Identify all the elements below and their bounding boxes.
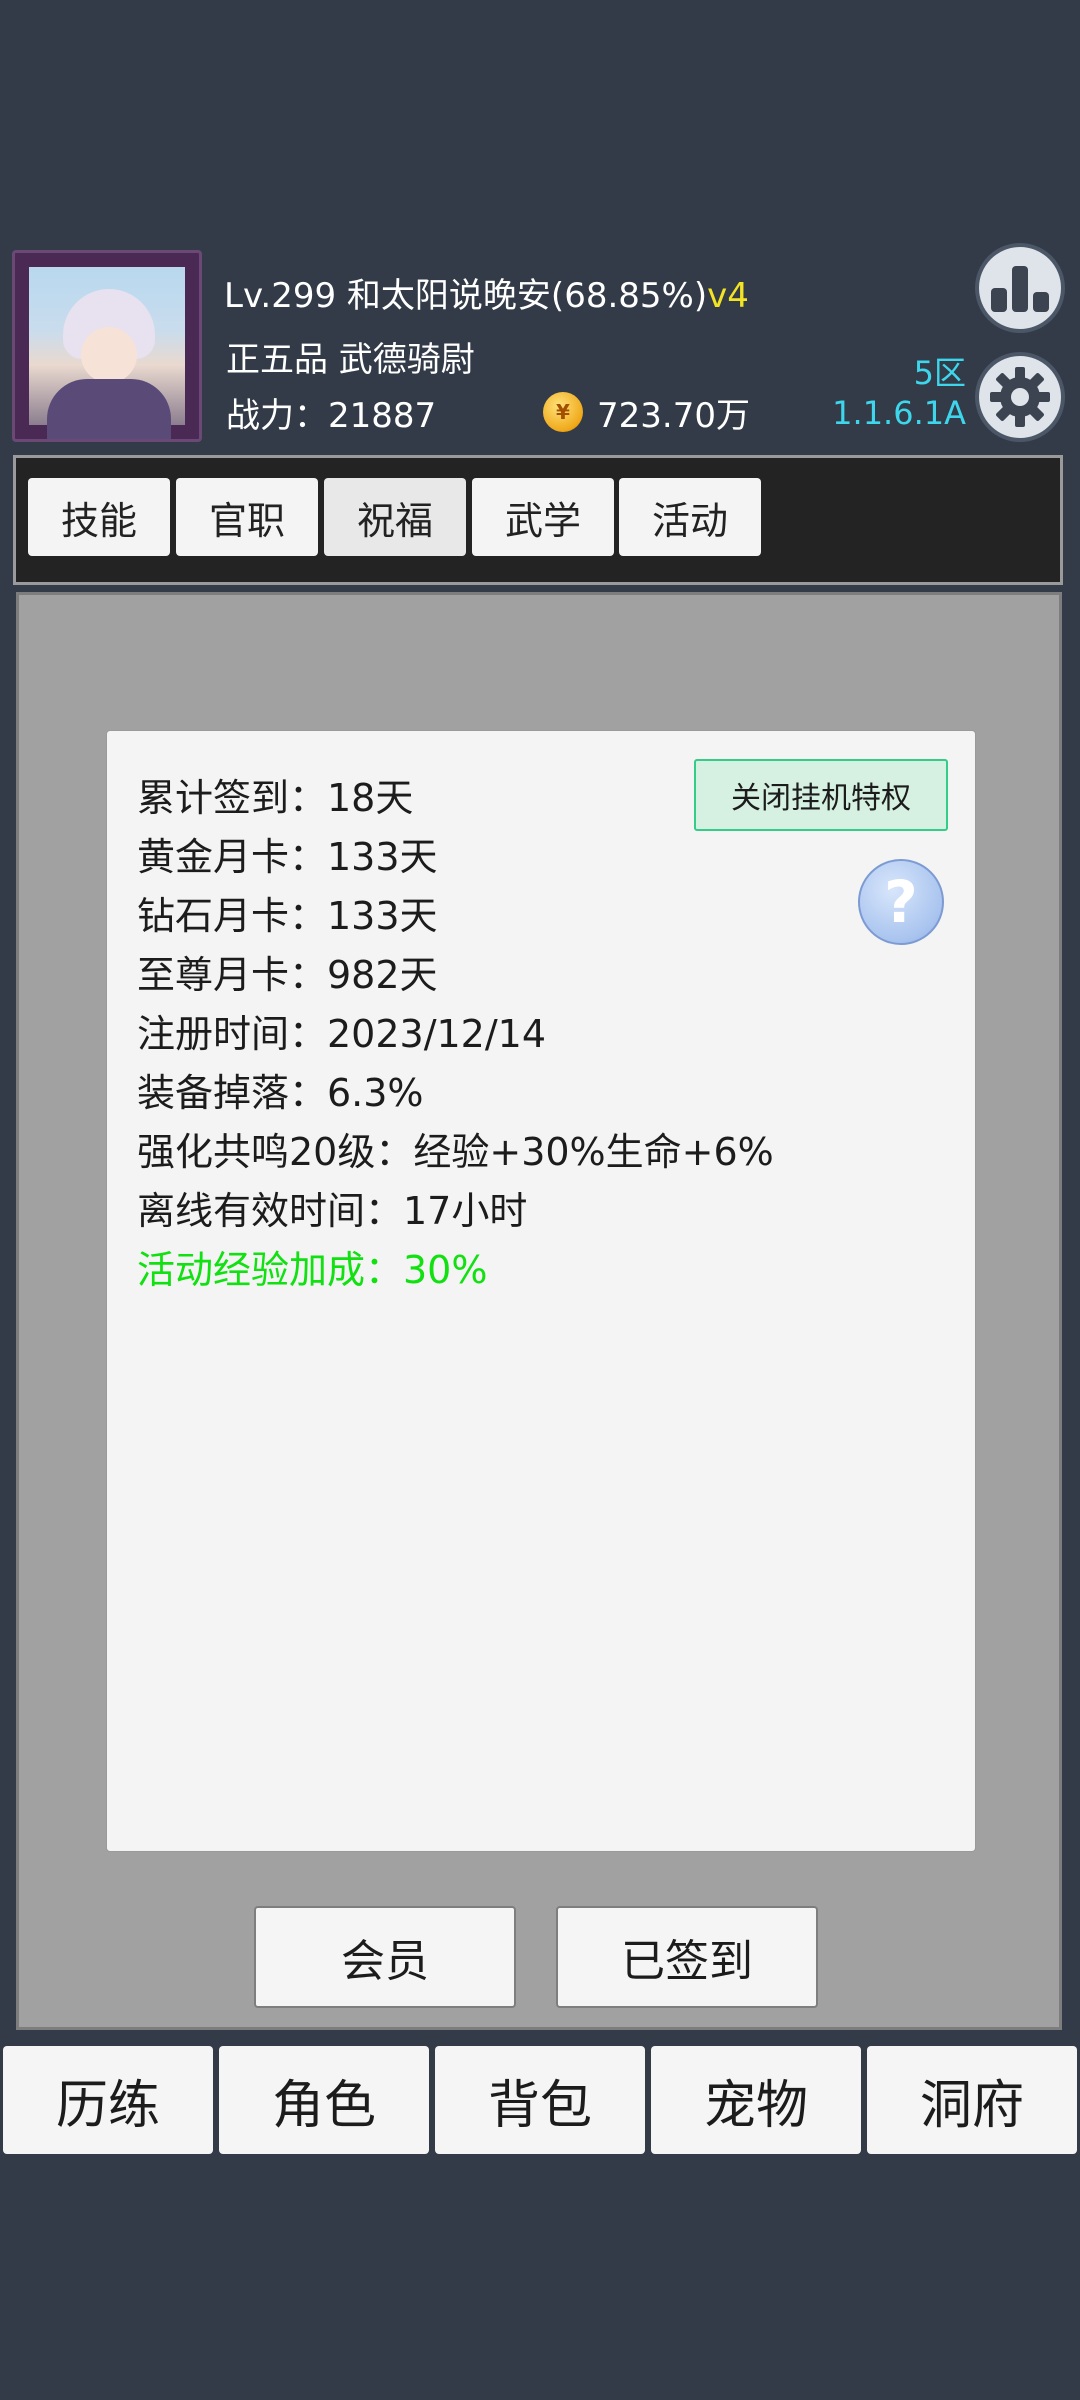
ranking-button[interactable]: [975, 243, 1065, 333]
avatar[interactable]: [12, 250, 202, 442]
tab-martial-arts[interactable]: 武学: [472, 478, 614, 556]
tab-events[interactable]: 活动: [619, 478, 761, 556]
avatar-body: [47, 379, 171, 439]
signed-in-button[interactable]: 已签到: [556, 1906, 818, 2008]
nav-training[interactable]: 历练: [3, 2046, 213, 2154]
vip-level: v4: [707, 276, 749, 316]
bar-chart-icon: [991, 266, 1049, 312]
info-line-equipment-drop: 装备掉落：6.3%: [137, 1071, 424, 1115]
player-power: 战力：21887: [226, 396, 437, 436]
info-line-supreme-card: 至尊月卡：982天: [137, 953, 438, 997]
settings-button[interactable]: [975, 352, 1065, 442]
nav-pets[interactable]: 宠物: [651, 2046, 861, 2154]
info-line-diamond-card: 钻石月卡：133天: [137, 894, 438, 938]
tab-bar: 技能 官职 祝福 武学 活动: [13, 455, 1063, 585]
tab-blessing[interactable]: 祝福: [324, 478, 466, 556]
blessing-info-card: 累计签到：18天 黄金月卡：133天 钻石月卡：133天 至尊月卡：982天 注…: [106, 730, 976, 1852]
info-line-gold-card: 黄金月卡：133天: [137, 835, 438, 879]
info-line-checkin-days: 累计签到：18天: [137, 776, 414, 820]
info-line-register-date: 注册时间：2023/12/14: [137, 1012, 547, 1056]
gold-value: 723.70万: [597, 396, 750, 436]
tab-official-post[interactable]: 官职: [176, 478, 318, 556]
gold-coin-icon: ¥: [543, 392, 583, 432]
player-level-name: Lv.299 和太阳说晚安(68.85%)v4: [224, 268, 749, 317]
nav-character[interactable]: 角色: [219, 2046, 429, 2154]
avatar-portrait: [29, 267, 185, 439]
gear-icon: [990, 367, 1050, 427]
help-icon[interactable]: ?: [858, 859, 944, 945]
player-rank: 正五品 武德骑尉: [226, 340, 475, 380]
bottom-nav: 历练 角色 背包 宠物 洞府: [0, 2046, 1080, 2156]
tab-skills[interactable]: 技能: [28, 478, 170, 556]
game-version: 1.1.6.1A: [832, 394, 966, 432]
info-line-event-exp-bonus: 活动经验加成：30%: [137, 1248, 488, 1292]
player-level-text: Lv.299 和太阳说晚安(68.85%): [224, 276, 708, 316]
close-idle-privilege-button[interactable]: 关闭挂机特权: [694, 759, 948, 831]
nav-cave-dwelling[interactable]: 洞府: [867, 2046, 1077, 2154]
avatar-face: [81, 327, 137, 383]
info-line-offline-time: 离线有效时间：17小时: [137, 1189, 528, 1233]
info-line-enhance-resonance: 强化共鸣20级：经验+30%生命+6%: [137, 1130, 774, 1174]
member-button[interactable]: 会员: [254, 1906, 516, 2008]
nav-backpack[interactable]: 背包: [435, 2046, 645, 2154]
server-name: 5区: [913, 354, 966, 392]
